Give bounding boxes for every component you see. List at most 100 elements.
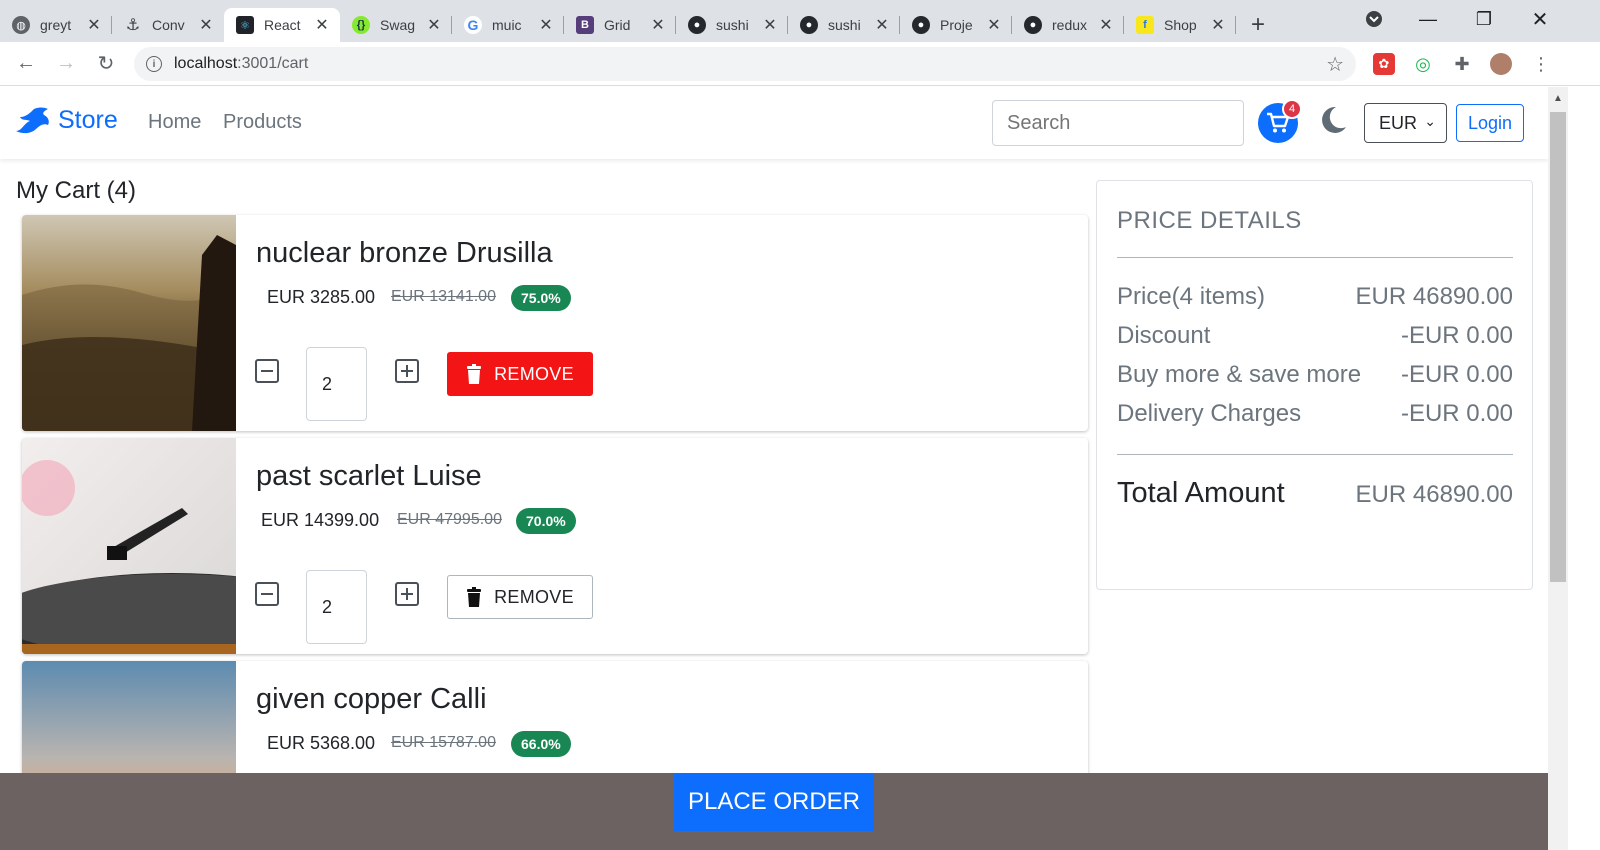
browser-tab[interactable]: ● sushi ✕ (676, 8, 788, 42)
total-label: Total Amount (1117, 477, 1285, 509)
flipkart-icon: f (1136, 16, 1154, 34)
tab-title: Proje (940, 17, 973, 33)
maximize-window-icon[interactable]: ❐ (1466, 0, 1502, 38)
tab-title: sushi (716, 17, 749, 33)
close-tab-icon[interactable]: ✕ (874, 15, 890, 35)
search-input[interactable] (992, 100, 1244, 146)
brand-name: Store (58, 105, 118, 134)
trash-icon (467, 364, 482, 384)
browser-tab[interactable]: ● Proje ✕ (900, 8, 1012, 42)
increase-quantity-icon[interactable] (395, 582, 419, 606)
discount-badge: 70.0% (516, 508, 576, 534)
product-name[interactable]: given copper Calli (256, 683, 487, 716)
total-value: EUR 46890.00 (1355, 481, 1513, 508)
globe-icon: ◍ (12, 16, 30, 34)
price-row: Buy more & save more -EUR 0.00 (1117, 361, 1513, 389)
tab-search-icon[interactable] (1358, 0, 1390, 38)
close-window-icon[interactable]: ✕ (1522, 0, 1558, 38)
product-image (22, 438, 236, 654)
tab-title: Grid (604, 17, 631, 33)
cart-item: nuclear bronze Drusilla EUR 3285.00 EUR … (22, 215, 1088, 431)
close-tab-icon[interactable]: ✕ (986, 15, 1002, 35)
brand-logo-icon (16, 107, 49, 134)
cart-title: My Cart (4) (16, 177, 136, 204)
profile-avatar[interactable] (1490, 53, 1512, 75)
cart-item: past scarlet Luise EUR 14399.00 EUR 4799… (22, 438, 1088, 654)
price-row: Price(4 items) EUR 46890.00 (1117, 283, 1513, 311)
currency-select[interactable]: EUR ⌄ (1364, 103, 1447, 143)
decrease-quantity-icon[interactable] (255, 582, 279, 606)
discount-badge: 75.0% (511, 285, 571, 311)
nav-link-products[interactable]: Products (223, 111, 302, 134)
price-details-header: PRICE DETAILS (1117, 207, 1302, 234)
reload-icon[interactable]: ↻ (86, 51, 126, 76)
extensions-puzzle-icon[interactable]: ✚ (1451, 53, 1473, 75)
product-name[interactable]: nuclear bronze Drusilla (256, 237, 553, 270)
divider (1117, 454, 1513, 455)
price-row-label: Price(4 items) (1117, 283, 1266, 310)
product-image (22, 215, 236, 431)
browser-tab[interactable]: {} Swag ✕ (340, 8, 452, 42)
price-row: Delivery Charges -EUR 0.00 (1117, 400, 1513, 428)
tab-title: Conv (152, 17, 185, 33)
close-tab-icon[interactable]: ✕ (650, 15, 666, 35)
discount-badge: 66.0% (511, 731, 571, 757)
browser-tab[interactable]: B Grid ✕ (564, 8, 676, 42)
cart-count-badge: 4 (1282, 99, 1302, 119)
remove-item-button[interactable]: REMOVE (447, 352, 593, 396)
price-row-label: Discount (1117, 322, 1211, 349)
browser-tab-active[interactable]: ⚛ React ✕ (224, 8, 340, 42)
browser-tab[interactable]: ◍ greyt ✕ (0, 8, 112, 42)
tab-title: greyt (40, 17, 72, 33)
divider (1117, 257, 1513, 258)
close-tab-icon[interactable]: ✕ (198, 15, 214, 35)
tab-title: redux (1052, 17, 1088, 33)
close-tab-icon[interactable]: ✕ (762, 15, 778, 35)
place-order-bar: PLACE ORDER (0, 773, 1548, 850)
price-row: Discount -EUR 0.00 (1117, 322, 1513, 350)
decrease-quantity-icon[interactable] (255, 359, 279, 383)
remove-item-button[interactable]: REMOVE (447, 575, 593, 619)
dark-mode-moon-icon[interactable] (1318, 105, 1348, 135)
price-row-value: -EUR 0.00 (1400, 361, 1513, 388)
page-scrollbar[interactable]: ▲ (1548, 87, 1568, 850)
tab-title: Shop (1164, 17, 1197, 33)
url-text: localhost:3001/cart (174, 55, 309, 72)
swagger-icon: {} (352, 16, 370, 34)
browser-tab[interactable]: f Shop ✕ (1124, 8, 1236, 42)
address-bar[interactable]: i localhost:3001/cart ☆ (134, 47, 1356, 81)
browser-menu-icon[interactable]: ⋮ (1530, 53, 1552, 75)
increase-quantity-icon[interactable] (395, 359, 419, 383)
browser-tab[interactable]: G muic ✕ (452, 8, 564, 42)
close-tab-icon[interactable]: ✕ (86, 15, 102, 35)
new-tab-button[interactable]: + (1236, 8, 1280, 42)
github-icon: ● (800, 16, 818, 34)
place-order-button[interactable]: PLACE ORDER (674, 773, 874, 831)
brand-link[interactable]: Store (14, 105, 118, 135)
extension-target-icon[interactable]: ◎ (1412, 53, 1434, 75)
close-tab-icon[interactable]: ✕ (426, 15, 442, 35)
nav-link-home[interactable]: Home (148, 111, 201, 134)
close-tab-icon[interactable]: ✕ (1210, 15, 1226, 35)
extension-icon[interactable]: ✿ (1373, 53, 1395, 75)
close-tab-icon[interactable]: ✕ (314, 15, 330, 35)
quantity-input[interactable]: 2 (306, 570, 367, 644)
price-row-value: -EUR 0.00 (1400, 400, 1513, 427)
forward-icon[interactable]: → (46, 52, 86, 75)
bookmark-star-icon[interactable]: ☆ (1326, 52, 1344, 77)
browser-tab[interactable]: ● sushi ✕ (788, 8, 900, 42)
minimize-window-icon[interactable]: — (1410, 0, 1446, 38)
product-original-price: EUR 47995.00 (397, 511, 502, 528)
login-button[interactable]: Login (1456, 104, 1524, 142)
browser-tab[interactable]: ⚓ Conv ✕ (112, 8, 224, 42)
close-tab-icon[interactable]: ✕ (1098, 15, 1114, 35)
quantity-input[interactable]: 2 (306, 347, 367, 421)
google-icon: G (464, 16, 482, 34)
back-icon[interactable]: ← (6, 52, 46, 75)
scroll-up-icon[interactable]: ▲ (1553, 93, 1563, 104)
site-info-icon[interactable]: i (146, 56, 162, 72)
browser-tab[interactable]: ● redux ✕ (1012, 8, 1124, 42)
scrollbar-thumb[interactable] (1550, 112, 1566, 582)
close-tab-icon[interactable]: ✕ (538, 15, 554, 35)
product-name[interactable]: past scarlet Luise (256, 460, 482, 493)
